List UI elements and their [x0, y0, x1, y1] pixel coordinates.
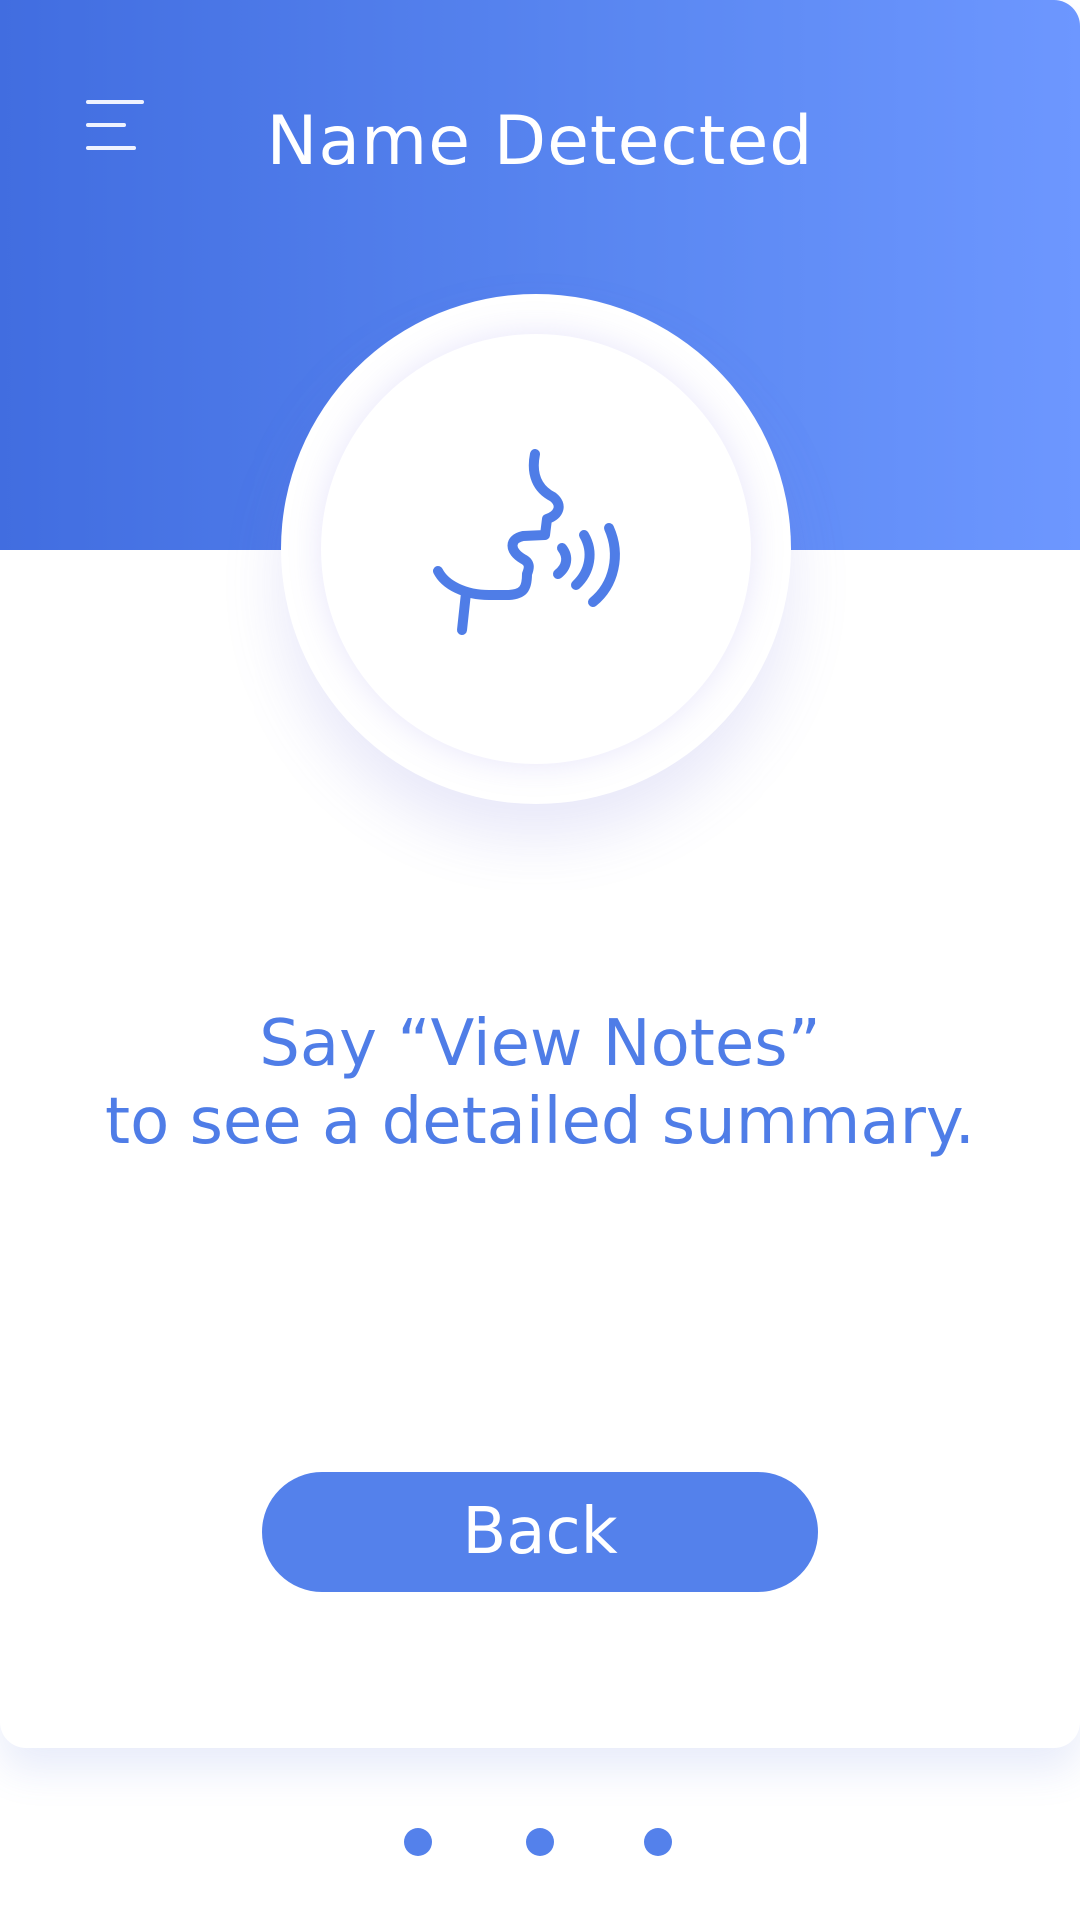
page-dot-3[interactable] [644, 1828, 672, 1856]
instruction-text: Say “View Notes” to see a detailed summa… [0, 1005, 1080, 1161]
speaking-head-icon [433, 449, 620, 635]
voice-indicator-inner [321, 334, 751, 764]
voice-indicator [281, 294, 791, 804]
page-dot-2[interactable] [526, 1828, 554, 1856]
page-indicator [0, 1828, 1080, 1856]
main-card: Name Detected Say “View Notes” to see a … [0, 0, 1080, 1748]
instruction-line-1: Say “View Notes” [259, 1007, 821, 1081]
page-title: Name Detected [266, 102, 814, 181]
page-dot-1[interactable] [404, 1828, 432, 1856]
instruction-line-2: to see a detailed summary. [104, 1085, 976, 1159]
back-button[interactable]: Back [262, 1472, 818, 1592]
